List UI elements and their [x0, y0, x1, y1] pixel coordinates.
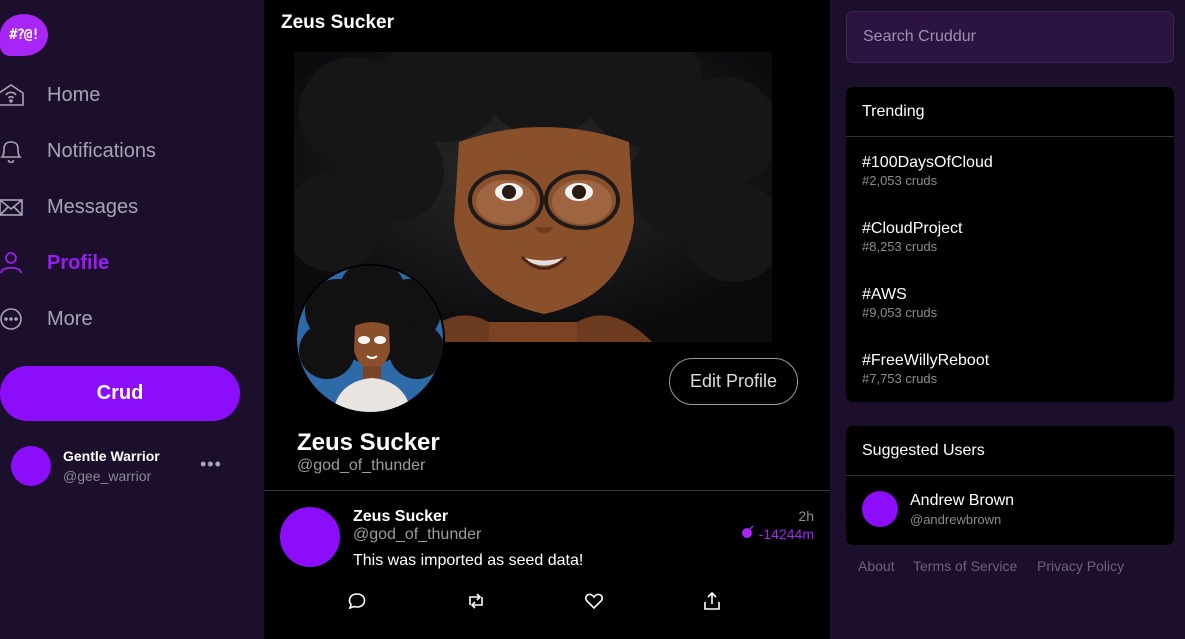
cruddur-logo[interactable]: #?@!	[0, 14, 48, 56]
sidebar-nav: #?@! Home Notifications Messages Profile…	[0, 0, 264, 639]
trending-item[interactable]: #FreeWillyReboot #7,753 cruds	[862, 352, 989, 386]
nav-label-more: More	[47, 307, 93, 330]
repost-button[interactable]	[466, 591, 488, 613]
reply-button[interactable]	[347, 591, 369, 613]
suggested-user-name[interactable]: Andrew Brown	[910, 492, 1014, 510]
suggested-users-box: Suggested Users Andrew Brown @andrewbrow…	[846, 426, 1174, 545]
bell-icon	[0, 139, 24, 163]
trending-item[interactable]: #AWS #9,053 cruds	[862, 286, 937, 320]
home-icon	[0, 83, 24, 107]
mail-icon	[0, 195, 24, 219]
trending-count: #9,053 cruds	[862, 305, 938, 320]
trending-tag: #100DaysOfCloud	[862, 154, 993, 171]
share-icon	[702, 591, 724, 611]
avatar	[11, 446, 51, 486]
crud-button[interactable]: Crud	[0, 366, 240, 421]
trending-count: #7,753 cruds	[862, 371, 938, 386]
edit-profile-button[interactable]: Edit Profile	[669, 358, 798, 405]
trending-item[interactable]: #100DaysOfCloud #2,053 cruds	[862, 154, 993, 188]
page-title: Zeus Sucker	[281, 12, 394, 33]
reply-icon	[347, 591, 369, 611]
footer-link-privacy[interactable]: Privacy Policy	[1037, 558, 1124, 574]
like-button[interactable]	[584, 591, 606, 613]
user-menu-button[interactable]: •••	[200, 454, 222, 475]
nav-item-home[interactable]: Home	[0, 75, 240, 115]
share-button[interactable]	[702, 591, 724, 613]
suggested-users-title: Suggested Users	[846, 426, 1174, 476]
nav-label-profile: Profile	[47, 251, 110, 274]
nav-item-notifications[interactable]: Notifications	[0, 131, 240, 171]
nav-item-profile[interactable]: Profile	[0, 243, 240, 283]
main-feed: Zeus Sucker Edit Profile Zeus Sucker @go…	[264, 0, 830, 639]
nav-label-messages: Messages	[47, 195, 139, 218]
avatar[interactable]	[862, 491, 898, 527]
trending-tag: #AWS	[862, 286, 907, 303]
footer-link-about[interactable]: About	[858, 558, 895, 574]
activity-item[interactable]: Zeus Sucker @god_of_thunder This was imp…	[264, 491, 830, 639]
profile-handle: @god_of_thunder	[297, 457, 426, 474]
current-user-name: Gentle Warrior	[63, 448, 160, 464]
nav-label-notifications: Notifications	[47, 139, 156, 162]
trending-count: #8,253 cruds	[862, 239, 938, 254]
footer-link-terms[interactable]: Terms of Service	[913, 558, 1017, 574]
activity-expires: -14244m	[741, 525, 814, 542]
activity-expires-value: -14244m	[758, 525, 814, 542]
more-circle-icon	[0, 307, 24, 331]
bomb-icon	[741, 525, 755, 542]
trending-tag: #CloudProject	[862, 220, 963, 237]
nav-item-messages[interactable]: Messages	[0, 187, 240, 227]
search-input[interactable]	[846, 11, 1174, 63]
suggested-user-handle[interactable]: @andrewbrown	[910, 512, 1001, 527]
activity-message: This was imported as seed data!	[353, 552, 584, 569]
nav-item-more[interactable]: More	[0, 299, 240, 339]
trending-box: Trending #100DaysOfCloud #2,053 cruds #C…	[846, 87, 1174, 402]
trending-count: #2,053 cruds	[862, 173, 938, 188]
trending-item[interactable]: #CloudProject #8,253 cruds	[862, 220, 963, 254]
heart-icon	[584, 591, 606, 611]
user-icon	[0, 251, 24, 275]
activity-handle[interactable]: @god_of_thunder	[353, 526, 481, 544]
nav-label-home: Home	[47, 83, 101, 106]
current-user-handle: @gee_warrior	[63, 468, 152, 484]
profile-avatar	[295, 264, 445, 414]
activity-display-name[interactable]: Zeus Sucker	[353, 508, 448, 526]
activity-created-time: 2h	[798, 508, 814, 524]
trending-tag: #FreeWillyReboot	[862, 352, 990, 369]
repost-icon	[466, 591, 488, 611]
profile-display-name: Zeus Sucker	[297, 429, 440, 456]
avatar[interactable]	[280, 507, 340, 567]
trending-title: Trending	[846, 87, 1174, 137]
current-user-card[interactable]: Gentle Warrior @gee_warrior •••	[11, 445, 241, 487]
